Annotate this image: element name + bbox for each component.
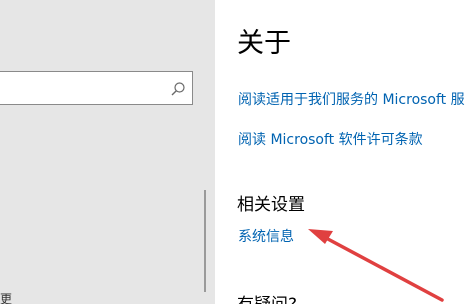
license-terms-link[interactable]: 阅读 Microsoft 软件许可条款 — [238, 129, 423, 149]
questions-heading: 有疑问? — [237, 290, 297, 304]
content-pane: 关于 阅读适用于我们服务的 Microsoft 服 阅读 Microsoft 软… — [215, 0, 475, 304]
search-icon[interactable] — [170, 81, 186, 97]
search-box[interactable] — [0, 71, 193, 105]
service-agreement-link[interactable]: 阅读适用于我们服务的 Microsoft 服 — [238, 89, 465, 109]
navigation-pane: 更 — [0, 0, 215, 304]
nav-scrollbar[interactable] — [204, 190, 206, 292]
related-settings-heading: 相关设置 — [237, 195, 305, 215]
nav-item-partial[interactable]: 更 — [0, 290, 12, 304]
search-input[interactable] — [5, 78, 169, 100]
system-info-link[interactable]: 系统信息 — [238, 226, 294, 246]
page-title: 关于 — [237, 28, 291, 59]
